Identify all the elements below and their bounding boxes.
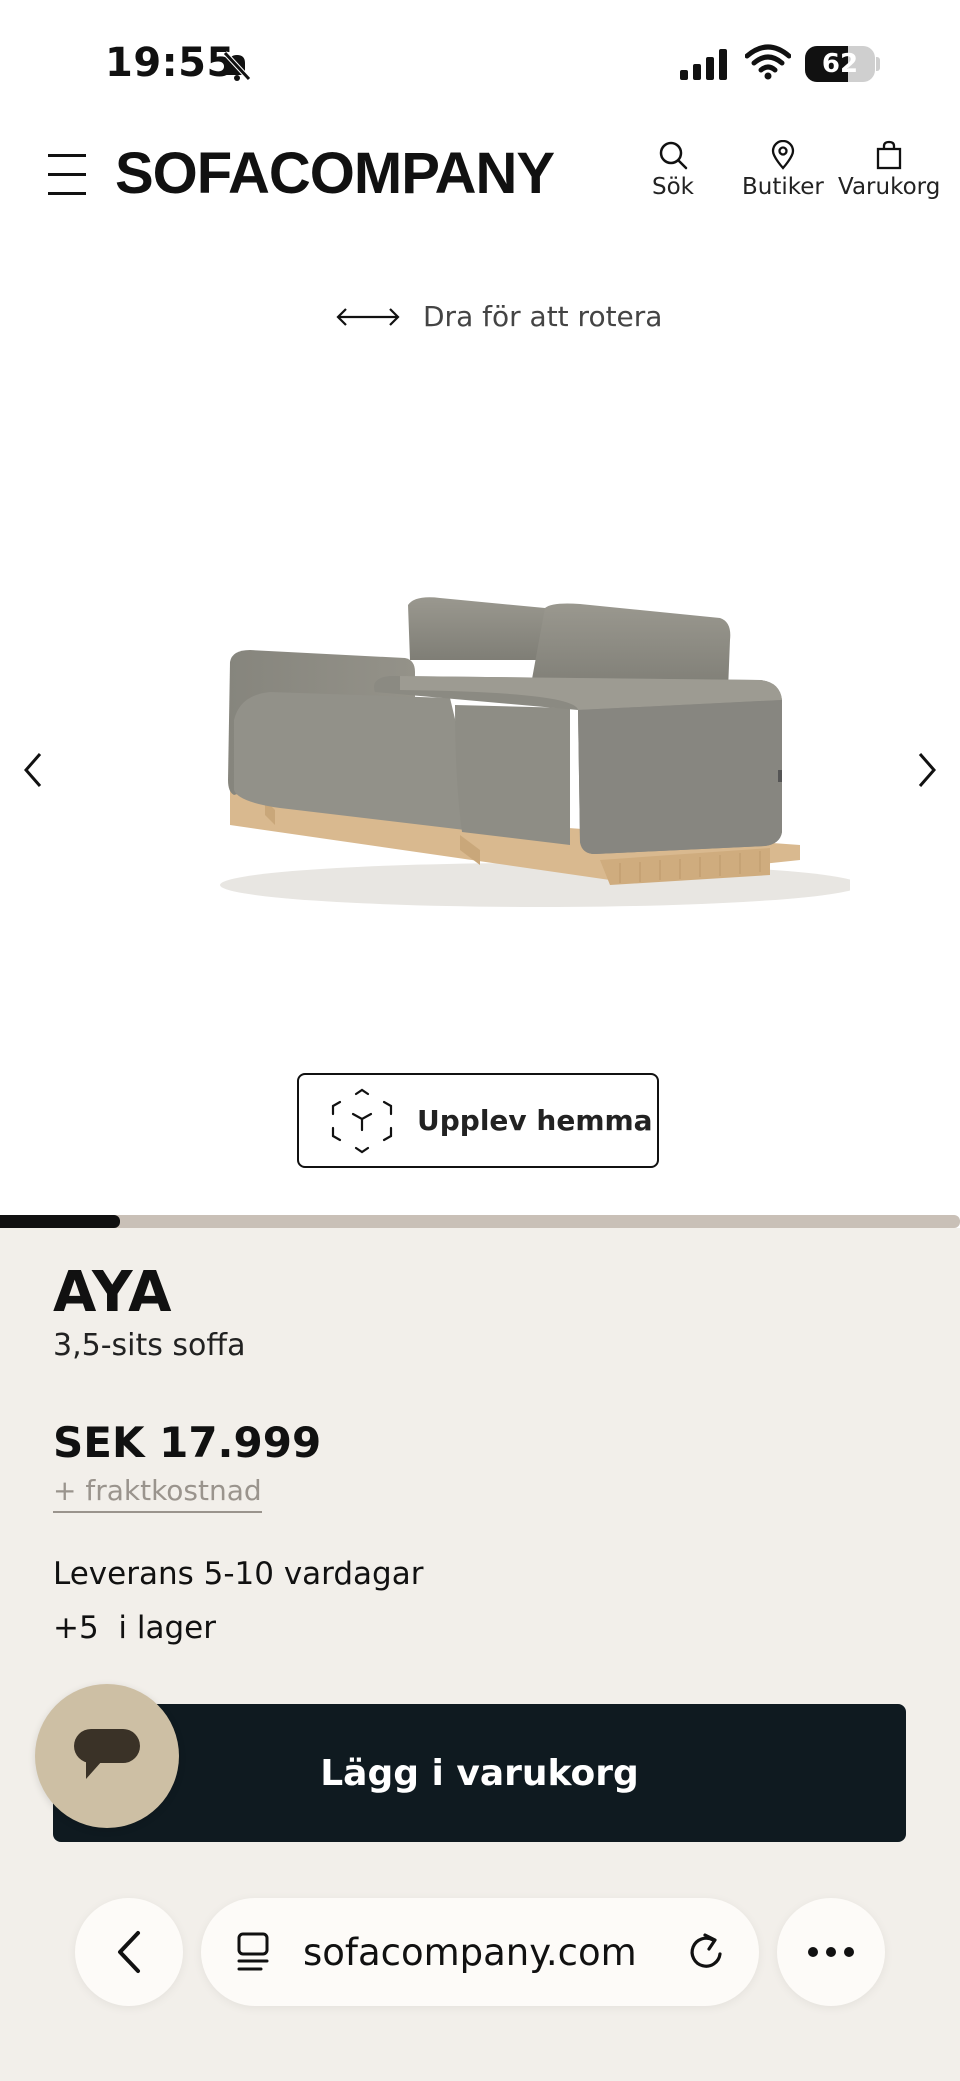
delivery-time: Leverans 5-10 vardagar (53, 1556, 424, 1592)
reload-icon[interactable] (687, 1931, 727, 1973)
chat-bubble-icon (74, 1729, 140, 1779)
browser-back-button[interactable] (75, 1898, 183, 2006)
battery-tip (876, 57, 880, 71)
wifi-icon (745, 44, 791, 80)
battery-icon: 62 (805, 46, 875, 82)
search-label: Sök (652, 174, 694, 200)
stores-label: Butiker (742, 174, 824, 200)
search-button[interactable]: Sök (652, 140, 694, 200)
ar-cube-icon (331, 1088, 393, 1153)
gallery-progress (0, 1215, 960, 1228)
ar-view-button[interactable]: Upplev hemma (297, 1073, 659, 1168)
rotate-hint-text: Dra för att rotera (423, 300, 663, 333)
browser-more-button[interactable] (777, 1898, 885, 2006)
page-menu-icon[interactable] (235, 1931, 273, 1973)
bell-slash-icon (223, 51, 251, 81)
stores-button[interactable]: Butiker (742, 140, 824, 200)
site-logo[interactable]: SOFACOMPANY (115, 142, 555, 206)
product-image[interactable] (200, 580, 850, 920)
chevron-left-icon (118, 1931, 140, 1973)
chat-button[interactable] (35, 1684, 179, 1828)
cellular-signal-icon (680, 49, 727, 80)
cart-label: Varukorg (838, 174, 941, 200)
product-subtitle: 3,5-sits soffa (53, 1328, 246, 1363)
search-icon (659, 141, 688, 170)
shipping-cost-link[interactable]: + fraktkostnad (53, 1474, 262, 1513)
hamburger-menu-icon[interactable] (48, 154, 86, 196)
rotate-hint: Dra för att rotera (335, 300, 662, 333)
url-text: sofacompany.com (303, 1930, 637, 1974)
stock-status: +5 i lager (53, 1610, 216, 1646)
product-name: AYA (53, 1260, 173, 1325)
product-price: SEK 17.999 (53, 1418, 322, 1467)
add-to-cart-button[interactable]: Lägg i varukorg (53, 1704, 906, 1842)
horizontal-arrows-icon (336, 307, 400, 326)
battery-percent: 62 (821, 49, 859, 79)
address-bar[interactable]: sofacompany.com (201, 1898, 759, 2006)
chevron-left-icon[interactable] (14, 748, 54, 792)
add-to-cart-label: Lägg i varukorg (320, 1752, 639, 1794)
status-time: 19:55 (105, 40, 235, 86)
ar-button-label: Upplev hemma (417, 1104, 653, 1137)
gallery-progress-fill (0, 1215, 120, 1228)
cart-button[interactable]: Varukorg (838, 140, 940, 200)
location-pin-icon (771, 140, 795, 170)
more-dots-icon (808, 1947, 854, 1957)
shopping-bag-icon (877, 140, 902, 170)
chevron-right-icon[interactable] (906, 748, 946, 792)
